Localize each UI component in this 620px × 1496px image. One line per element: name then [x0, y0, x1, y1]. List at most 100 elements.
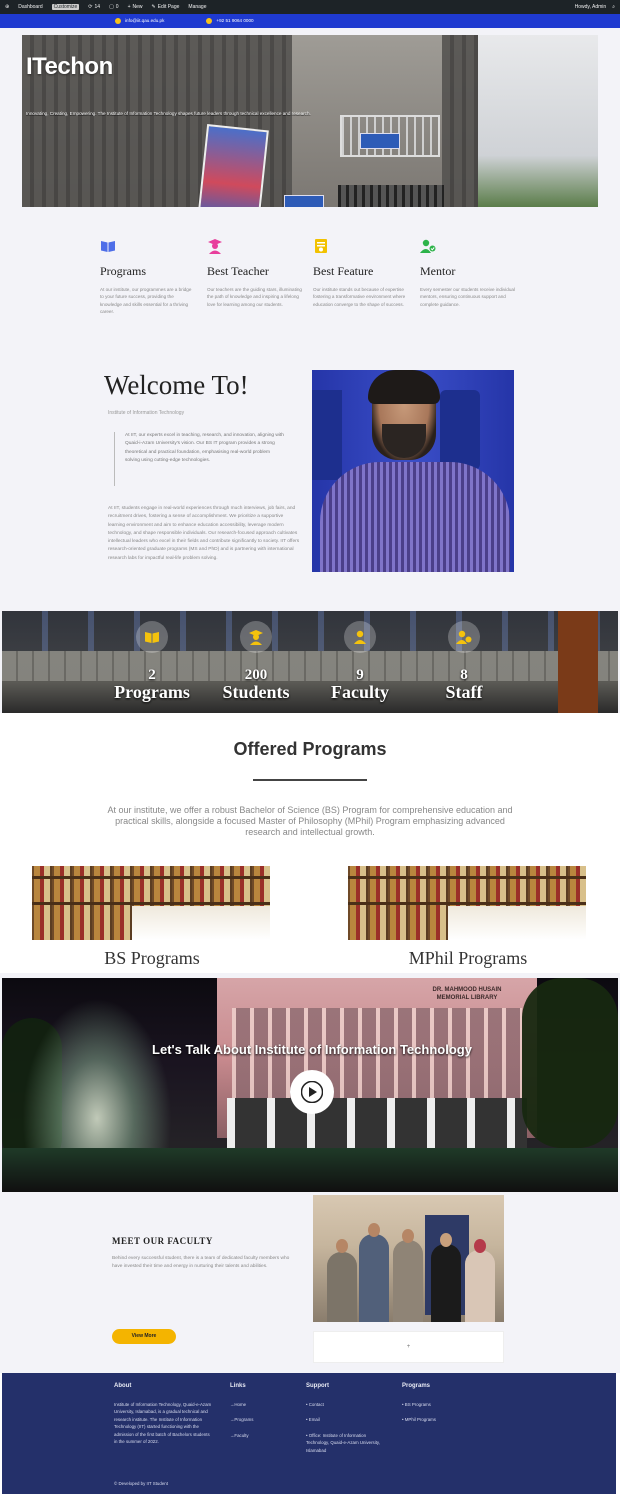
comments-count: 0 [115, 4, 119, 10]
feature-text: At our institute, our programmes are a b… [100, 287, 192, 315]
teacher-icon [208, 239, 222, 254]
stacked-books [132, 906, 270, 940]
stat-staff: 8 Staff [409, 611, 519, 703]
footer-heading: Programs [402, 1383, 431, 1389]
view-more-button[interactable]: View More [112, 1329, 176, 1344]
person-head [474, 1239, 486, 1253]
stat-students: 200 Students [201, 611, 311, 703]
footer-support-office: • Office: Institute of Information Techn… [306, 1432, 381, 1453]
wordpress-icon[interactable]: ⊕ [5, 4, 9, 10]
photo-hair [368, 370, 440, 404]
welcome-subtitle: Institute of Information Technology [108, 410, 185, 416]
admin-item-customize[interactable]: Customize [51, 4, 80, 10]
footer-links: Links →Home →Programs →Faculty [230, 1383, 253, 1447]
faculty-caption[interactable]: + [313, 1331, 504, 1363]
stat-label: Programs [114, 682, 190, 702]
feature-text: Every semester our students receive indi… [420, 287, 515, 307]
fountain [22, 998, 172, 1170]
welcome-body: At IIT, students engage in real-world ex… [108, 506, 300, 561]
footer-link-programs[interactable]: →Programs [230, 1416, 253, 1423]
admin-item-updates[interactable]: ⟳ 14 [88, 4, 100, 10]
person-head [368, 1223, 380, 1237]
feature-title: Best Teacher [207, 264, 269, 278]
person [431, 1244, 461, 1322]
footer-heading: Links [230, 1383, 246, 1389]
program-card-mphil[interactable]: MPhil Programs [318, 866, 618, 972]
footer-programs: Programs • BS Programs • MPhil Programs [402, 1383, 436, 1432]
faculty-group-photo [313, 1195, 504, 1322]
stat-label: Faculty [331, 682, 389, 702]
photo-background [312, 390, 342, 480]
footer-copyright: © Developed by IIT Student [114, 1481, 168, 1486]
edit-page-label: Edit Page [157, 4, 180, 10]
stats-section: 2 Programs 200 Students 9 Faculty 8 Staf… [2, 611, 618, 713]
admin-item-manage[interactable]: Manage [188, 4, 206, 10]
offered-programs-title: Offered Programs [233, 739, 387, 759]
feature-title: Best Feature [313, 264, 374, 278]
search-icon[interactable]: ⌕ [612, 4, 615, 10]
feature-best-feature: Best Feature Our institute stands out be… [313, 238, 418, 308]
feature-title: Programs [100, 264, 146, 278]
footer-heading: Support [306, 1383, 329, 1389]
program-card-bs[interactable]: BS Programs [2, 866, 302, 972]
hero-tagline: Innovating, Creating, Empowering. The In… [26, 111, 311, 116]
faculty-text: Behind every successful student, there i… [112, 1256, 290, 1270]
program-name[interactable]: BS Programs [2, 946, 302, 970]
shelf [32, 902, 270, 905]
hero-banner: ITechon Innovating, Creating, Empowering… [22, 35, 598, 207]
feature-programs: Programs At our institute, our programme… [100, 238, 205, 316]
admin-item-edit-page[interactable]: ✎ Edit Page [152, 4, 180, 10]
person-head [336, 1239, 348, 1253]
shelf [348, 876, 586, 879]
person-head [402, 1229, 414, 1243]
hero-poster [197, 124, 269, 207]
admin-item-new[interactable]: + New [128, 4, 143, 10]
footer-support-contact[interactable]: • Contact [306, 1401, 390, 1408]
person [465, 1250, 495, 1322]
feature-text: Our teachers are the guiding stars, illu… [207, 287, 302, 307]
email-text: info@iit.qau.edu.pk [125, 18, 165, 24]
admin-item-dashboard[interactable]: Dashboard [18, 4, 42, 10]
photo-background [440, 390, 480, 470]
library-windows [232, 1008, 522, 1108]
email-link[interactable]: info@iit.qau.edu.pk [115, 18, 164, 24]
email-icon [115, 18, 121, 24]
student-icon [240, 621, 272, 653]
footer-link-label: MPhil Programs [404, 1417, 436, 1423]
phone-text: +92 51 9064 0000 [216, 18, 254, 24]
person [327, 1252, 357, 1322]
footer-link-faculty[interactable]: →Faculty [230, 1432, 253, 1439]
footer-program-bs[interactable]: • BS Programs [402, 1401, 436, 1408]
play-button[interactable] [290, 1070, 334, 1114]
new-label: New [132, 4, 143, 10]
admin-bar: ⊕ Dashboard Customize ⟳ 14 ▢ 0 + New ✎ E… [0, 0, 620, 14]
stat-programs: 2 Programs [97, 611, 207, 703]
stat-faculty: 9 Faculty [305, 611, 415, 703]
faculty-title: MEET OUR FACULTY [112, 1236, 213, 1246]
footer-program-mphil[interactable]: • MPhil Programs [402, 1416, 436, 1423]
footer-link-label: BS Programs [404, 1402, 431, 1407]
footer-heading: About [114, 1383, 132, 1389]
bookshelf-image [32, 866, 270, 940]
photo-shirt [320, 462, 510, 572]
person-head [440, 1233, 452, 1247]
feature-mentor: Mentor Every semester our students recei… [420, 238, 525, 308]
director-photo [312, 370, 514, 572]
contact-strip: info@iit.qau.edu.pk +92 51 9064 0000 [0, 14, 620, 28]
welcome-quote: At IIT, our experts excel in teaching, r… [114, 432, 284, 486]
features-section: Programs At our institute, our programme… [100, 238, 520, 338]
footer-link-home[interactable]: →Home [230, 1401, 253, 1408]
footer-support-email[interactable]: • Email [306, 1416, 390, 1423]
footer: About Institute of Information Technolog… [2, 1373, 616, 1494]
admin-item-howdy[interactable]: Howdy, Admin [575, 4, 607, 10]
hero-sign [360, 133, 400, 149]
phone-link[interactable]: +92 51 9064 0000 [206, 18, 254, 24]
footer-link-label: Faculty [234, 1432, 249, 1438]
site-title[interactable]: ITechon [26, 53, 113, 81]
feature-text: Our institute stands out because of expe… [313, 287, 406, 307]
admin-item-comments[interactable]: ▢ 0 [109, 4, 119, 10]
welcome-title: Welcome To! [104, 370, 249, 400]
feature-best-teacher: Best Teacher Our teachers are the guidin… [207, 238, 312, 308]
bookshelf-image [348, 866, 586, 940]
program-name[interactable]: MPhil Programs [318, 946, 618, 970]
